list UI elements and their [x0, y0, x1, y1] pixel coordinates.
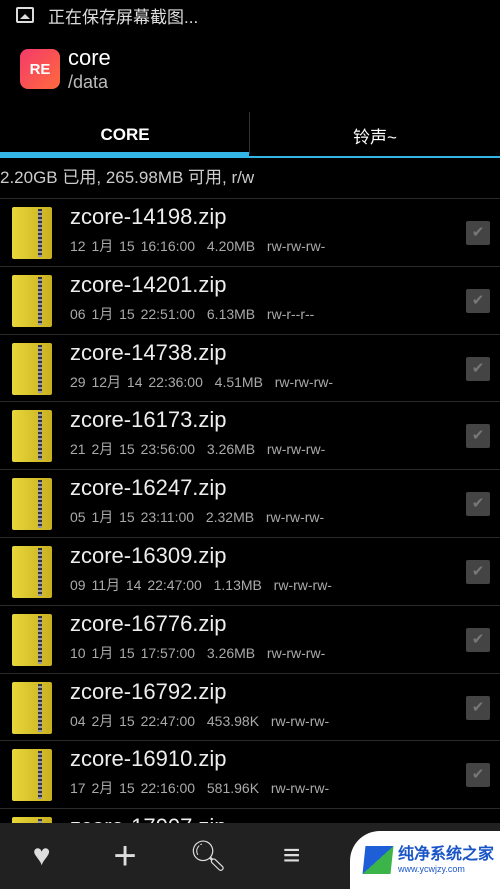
app-title: core [68, 45, 111, 70]
file-meta: 05 1月 15 23:11:00 2.32MB rw-rw-rw- [70, 507, 324, 527]
windows-logo-icon [362, 846, 394, 874]
file-meta: 17 2月 15 22:16:00 581.96K rw-rw-rw- [70, 778, 329, 798]
tab-underline [249, 156, 500, 158]
select-checkbox[interactable]: ✔ [466, 356, 490, 381]
zip-file-icon [12, 207, 52, 259]
file-row[interactable]: zcore-16910.zip 17 2月 15 22:16:00 581.96… [0, 740, 500, 808]
file-row[interactable]: zcore-16309.zip 09 11月 14 22:47:00 1.13M… [0, 536, 500, 605]
file-permissions: rw-rw-rw- [274, 373, 334, 390]
select-checkbox[interactable]: ✔ [466, 763, 490, 788]
search-icon[interactable]: 🔍︎ [167, 839, 250, 874]
select-checkbox[interactable]: ✔ [466, 492, 490, 517]
file-permissions: rw-rw-rw- [266, 644, 326, 661]
file-size: 453.98K [206, 712, 260, 729]
file-name: zcore-16776.zip [70, 610, 227, 636]
file-meta: 29 12月 14 22:36:00 4.51MB rw-rw-rw- [70, 372, 333, 392]
plus-icon[interactable]: + [83, 834, 166, 879]
select-checkbox[interactable]: ✔ [466, 424, 490, 449]
file-size: 2.32MB [205, 509, 255, 526]
watermark-logo: 纯净系统之家 www.ycwjzy.com [350, 831, 500, 889]
select-checkbox[interactable]: ✔ [466, 221, 490, 245]
zip-file-icon [12, 478, 52, 531]
file-date: 21 2月 15 23:56:00 [70, 441, 196, 458]
status-bar: 正在保存屏幕截图... [0, 0, 500, 30]
file-permissions: rw-rw-rw- [266, 238, 326, 254]
zip-file-icon [12, 274, 52, 327]
zip-file-icon [12, 342, 52, 395]
image-icon [16, 7, 34, 23]
select-checkbox[interactable]: ✔ [466, 627, 490, 652]
tab-divider [249, 112, 250, 154]
zip-file-icon [12, 545, 52, 598]
file-row[interactable]: zcore-14201.zip 06 1月 15 22:51:00 6.13MB… [0, 265, 500, 334]
file-date: 17 2月 15 22:16:00 [70, 780, 196, 797]
tab-ringtones[interactable]: 铃声~ [250, 112, 500, 158]
app-logo: RE [20, 49, 60, 89]
file-name: zcore-14738.zip [70, 339, 227, 365]
zip-file-icon [12, 410, 52, 463]
file-row[interactable]: zcore-14738.zip 29 12月 14 22:36:00 4.51M… [0, 333, 500, 402]
file-meta: 06 1月 15 22:51:00 6.13MB rw-r--r-- [70, 304, 314, 324]
file-name: zcore-14201.zip [70, 271, 227, 297]
zip-file-icon [12, 613, 52, 666]
watermark-title: 纯净系统之家 [398, 846, 495, 863]
file-name: zcore-16173.zip [70, 407, 227, 433]
file-meta: 21 2月 15 23:56:00 3.26MB rw-rw-rw- [70, 439, 325, 459]
file-meta: 10 1月 15 17:57:00 3.26MB rw-rw-rw- [70, 643, 325, 663]
file-date: 05 1月 15 23:11:00 [70, 509, 195, 526]
file-name: zcore-16792.zip [70, 678, 227, 704]
file-size: 581.96K [206, 780, 260, 797]
file-row[interactable]: zcore-16792.zip 04 2月 15 22:47:00 453.98… [0, 672, 500, 741]
file-permissions: rw-rw-rw- [270, 712, 330, 729]
heart-icon[interactable]: ♥ [0, 839, 83, 873]
select-checkbox[interactable]: ✔ [466, 559, 490, 584]
current-path: /data [68, 72, 109, 92]
file-name: zcore-14198.zip [70, 204, 227, 229]
file-date: 09 11月 14 22:47:00 [70, 576, 202, 593]
file-date: 10 1月 15 17:57:00 [70, 644, 196, 661]
app-bar: RE core/data [20, 45, 111, 93]
storage-info: 2.20GB 已用, 265.98MB 可用, r/w [0, 168, 255, 187]
file-date: 06 1月 15 22:51:00 [70, 305, 196, 322]
file-name: zcore-16309.zip [70, 542, 227, 568]
tab-indicator [0, 152, 249, 158]
file-date: 04 2月 15 22:47:00 [70, 712, 196, 729]
file-size: 3.26MB [206, 441, 256, 458]
file-size: 1.13MB [213, 576, 262, 593]
file-size: 4.51MB [214, 373, 263, 390]
file-permissions: rw-rw-rw- [265, 509, 325, 526]
select-checkbox[interactable]: ✔ [466, 695, 490, 720]
file-permissions: rw-rw-rw- [273, 576, 332, 593]
file-meta: 04 2月 15 22:47:00 453.98K rw-rw-rw- [70, 711, 329, 731]
file-size: 3.26MB [206, 644, 256, 661]
file-size: 6.13MB [206, 305, 256, 322]
file-size: 4.20MB [206, 238, 256, 254]
file-permissions: rw-rw-rw- [266, 441, 326, 458]
file-date: 12 1月 15 16:16:00 [70, 238, 196, 254]
file-row[interactable]: zcore-14198.zip 12 1月 15 16:16:00 4.20MB… [0, 198, 500, 266]
select-checkbox[interactable]: ✔ [466, 288, 490, 313]
zip-file-icon [12, 749, 52, 802]
file-row[interactable]: zcore-16776.zip 10 1月 15 17:57:00 3.26MB… [0, 604, 500, 673]
file-name: zcore-16910.zip [70, 746, 227, 772]
file-row[interactable]: zcore-16173.zip 21 2月 15 23:56:00 3.26MB… [0, 401, 500, 469]
file-meta: 09 11月 14 22:47:00 1.13MB rw-rw-rw- [70, 575, 332, 595]
file-meta: 12 1月 15 16:16:00 4.20MB rw-rw-rw- [70, 236, 325, 256]
file-name: zcore-16247.zip [70, 475, 227, 501]
sort-icon[interactable]: ≡ [250, 839, 333, 873]
watermark-url: www.ycwjzy.com [398, 864, 465, 874]
file-date: 29 12月 14 22:36:00 [70, 373, 203, 390]
file-permissions: rw-rw-rw- [270, 780, 330, 797]
file-list[interactable]: zcore-14198.zip 12 1月 15 16:16:00 4.20MB… [0, 198, 500, 876]
status-text: 正在保存屏幕截图... [48, 7, 199, 27]
zip-file-icon [12, 681, 52, 734]
file-row[interactable]: zcore-16247.zip 05 1月 15 23:11:00 2.32MB… [0, 469, 500, 537]
file-permissions: rw-r--r-- [266, 305, 315, 322]
